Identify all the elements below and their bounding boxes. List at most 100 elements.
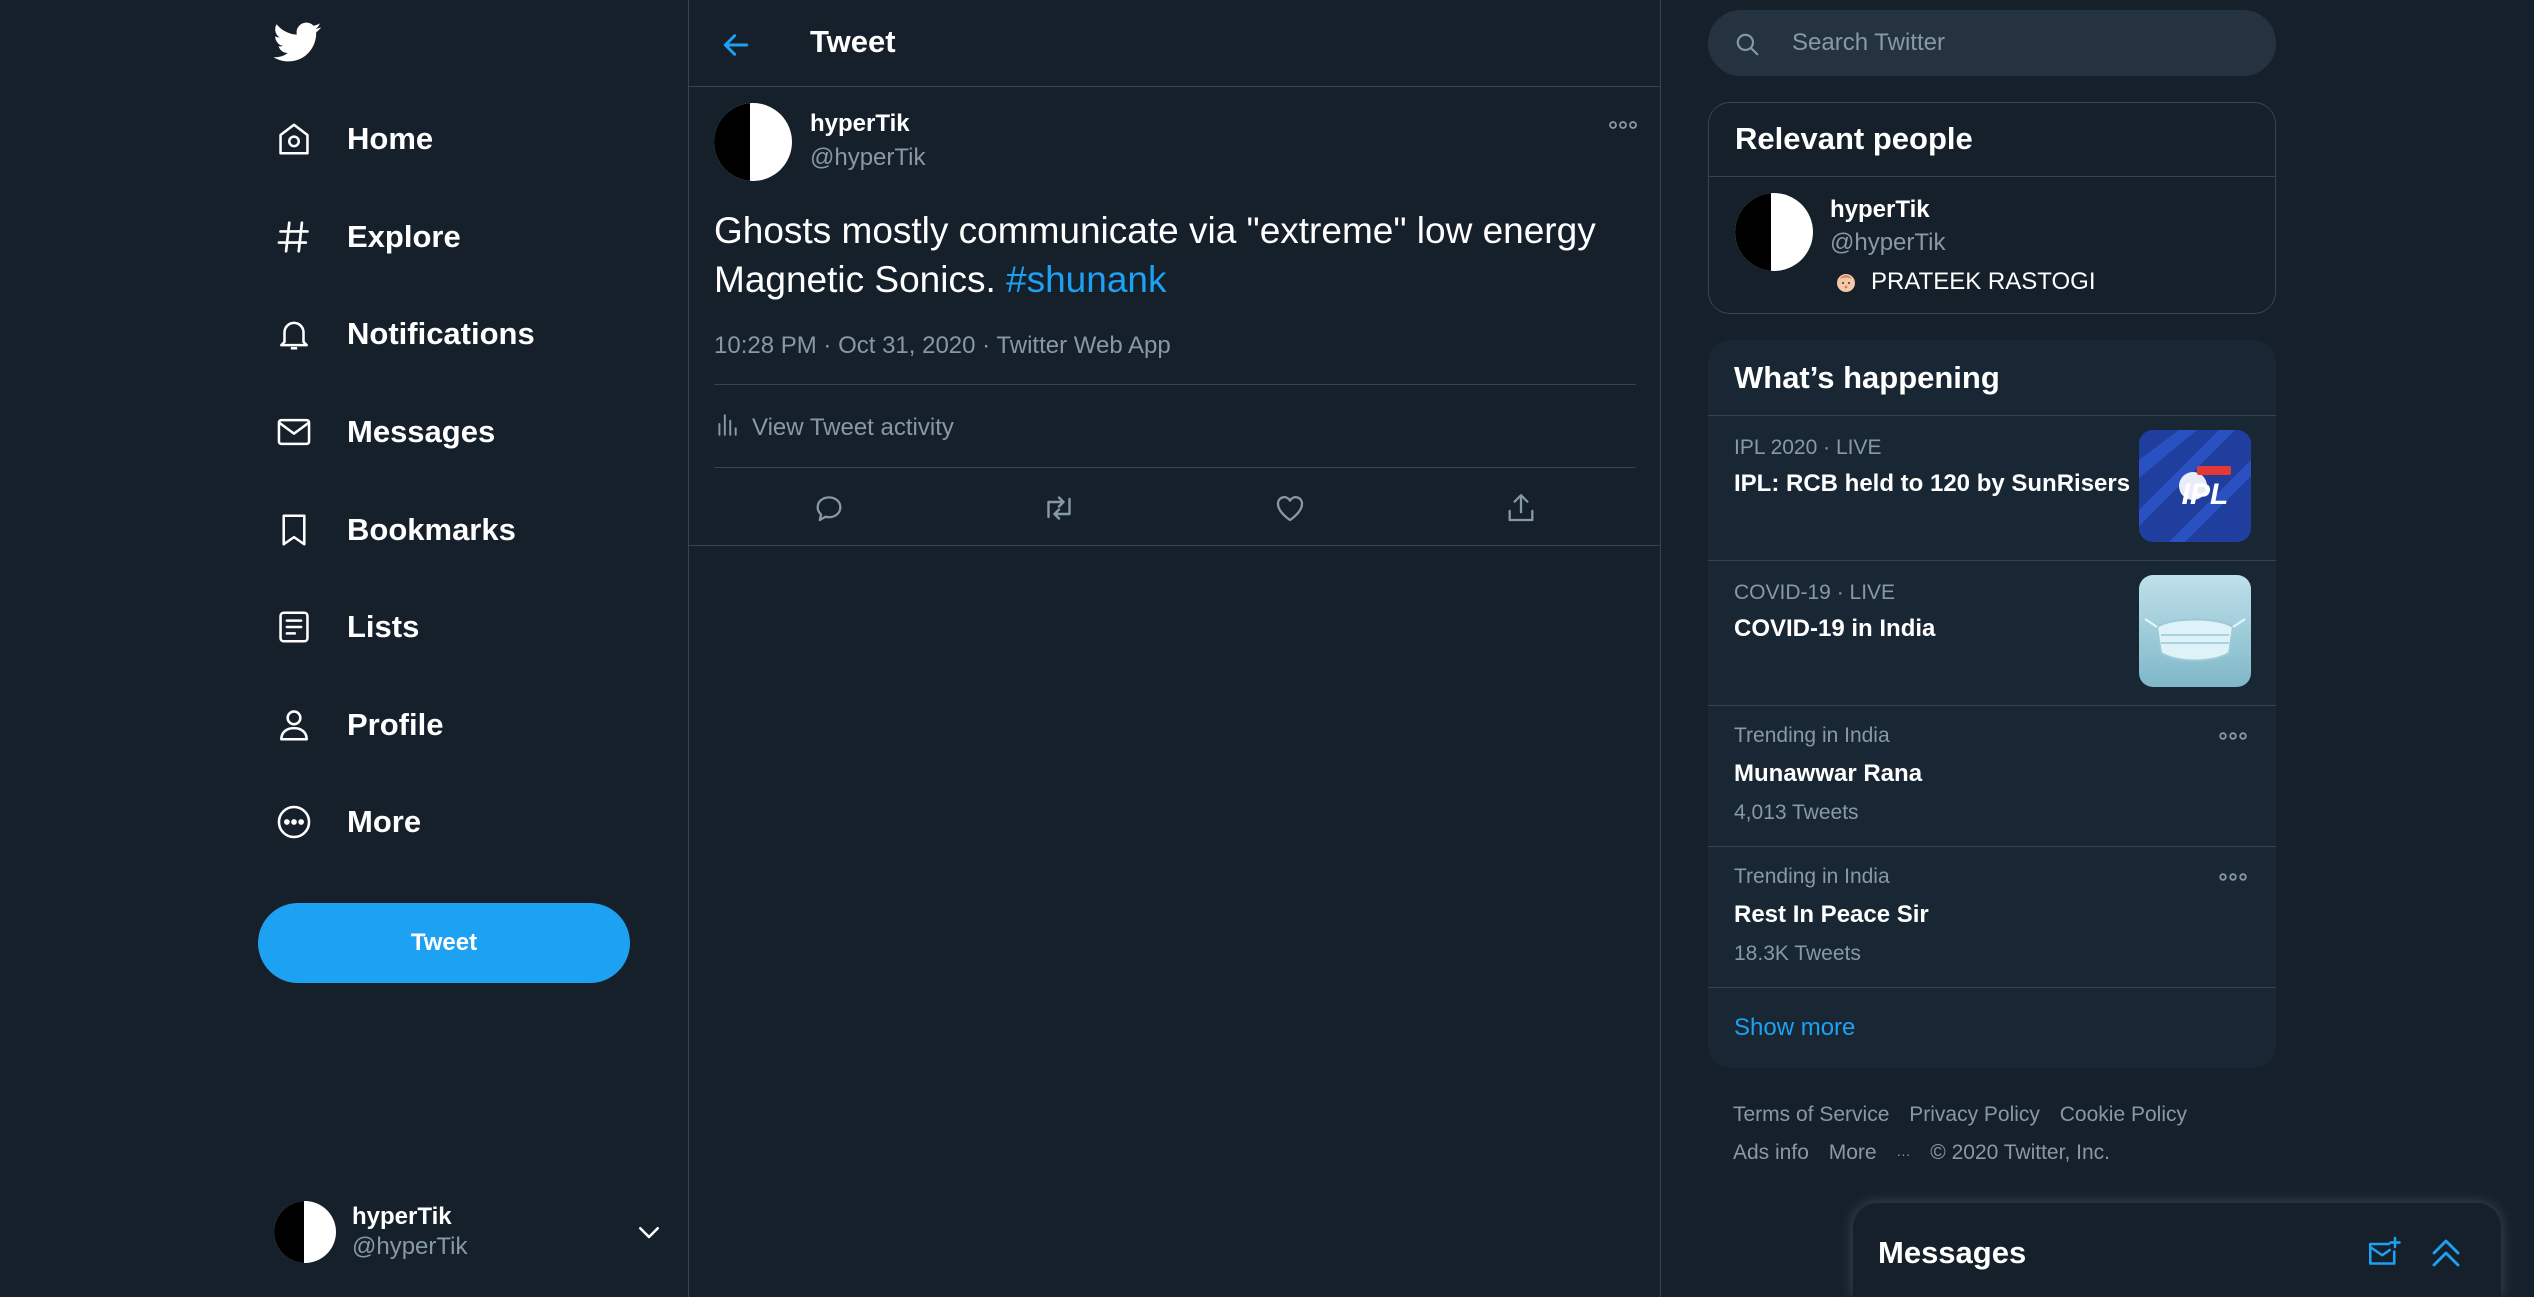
analytics-icon (714, 412, 740, 445)
twitter-logo-icon[interactable] (273, 18, 322, 66)
whats-happening-title: What’s happening (1734, 360, 2000, 395)
primary-nav: Home Explore Notifications Messages Book… (256, 0, 688, 1297)
divider (714, 384, 1636, 385)
nav-item-home[interactable]: Home (256, 103, 463, 175)
nav-label-profile: Profile (347, 707, 444, 742)
bell-icon (274, 314, 314, 354)
search-input[interactable] (1790, 20, 2250, 66)
person-handle[interactable]: @hyperTik (1830, 229, 1946, 257)
app-root: Home Explore Notifications Messages Book… (0, 0, 2534, 1297)
messages-drawer-title: Messages (1878, 1235, 2027, 1270)
footer-link-cookie[interactable]: Cookie Policy (2060, 1103, 2187, 1126)
column-header: Tweet (689, 0, 1660, 87)
trend-item[interactable]: Trending in India Munawwar Rana 4,013 Tw… (1708, 705, 2276, 846)
nav-label-explore: Explore (347, 219, 461, 254)
nav-label-bookmarks: Bookmarks (347, 512, 516, 547)
envelope-icon (274, 412, 314, 452)
more-horizontal-icon[interactable] (2216, 867, 2250, 887)
trend-context: Trending in India (1734, 865, 1890, 888)
activity-label: View Tweet activity (752, 414, 954, 441)
account-name: hyperTik (352, 1203, 452, 1230)
retweet-icon[interactable] (1037, 486, 1081, 530)
person-bio: PRATEEK RASTOGI (1835, 268, 2096, 296)
tweet-author-avatar[interactable] (714, 103, 792, 181)
baby-face-emoji-icon (1835, 271, 1857, 293)
divider (1709, 176, 2275, 177)
nav-item-messages[interactable]: Messages (256, 396, 525, 468)
back-arrow-icon[interactable] (713, 22, 759, 68)
footer-more-label: More (1828, 1141, 1877, 1164)
footer-link-more[interactable]: More ··· (1829, 1141, 1911, 1164)
account-handle: @hyperTik (352, 1233, 468, 1260)
person-bio-text: PRATEEK RASTOGI (1871, 268, 2096, 295)
view-tweet-activity-link[interactable]: View Tweet activity (714, 406, 954, 450)
trend-item[interactable]: COVID-19 · LIVE COVID-19 in India (1708, 560, 2276, 705)
tweet-timestamp: 10:28 PM · Oct 31, 2020 · Twitter Web Ap… (714, 332, 1171, 359)
hashtag-icon (274, 217, 314, 257)
divider (714, 467, 1636, 468)
tweet-author-name[interactable]: hyperTik (810, 110, 910, 138)
tweet-author-handle[interactable]: @hyperTik (810, 144, 926, 172)
nav-item-notifications[interactable]: Notifications (256, 298, 565, 370)
nav-label-messages: Messages (347, 414, 496, 449)
person-name[interactable]: hyperTik (1830, 196, 1930, 224)
chevrons-up-icon[interactable] (2424, 1231, 2468, 1275)
relevant-people-title: Relevant people (1735, 121, 1973, 156)
compose-tweet-button[interactable]: Tweet (258, 903, 630, 983)
tweet-detail-column: Tweet hyperTik @hyperTik Ghosts mostly c… (688, 0, 1661, 1297)
search-box (1708, 10, 2276, 76)
like-heart-icon[interactable] (1268, 486, 1312, 530)
footer-link-ads[interactable]: Ads info (1733, 1141, 1809, 1164)
list-icon (274, 607, 314, 647)
chevron-down-icon (634, 1217, 664, 1252)
footer-copyright: © 2020 Twitter, Inc. (1930, 1141, 2110, 1164)
nav-item-bookmarks[interactable]: Bookmarks (256, 494, 546, 566)
ipl-thumb-text: IPL (2182, 478, 2229, 511)
page-title: Tweet (810, 24, 896, 59)
nav-item-lists[interactable]: Lists (256, 591, 449, 663)
nav-item-explore[interactable]: Explore (256, 201, 491, 273)
reply-icon[interactable] (807, 486, 851, 530)
trend-item[interactable]: Trending in India Rest In Peace Sir 18.3… (1708, 846, 2276, 987)
more-dots-icon: ··· (1896, 1146, 1911, 1162)
share-icon[interactable] (1499, 486, 1543, 530)
trend-tweet-count: 4,013 Tweets (1734, 801, 1859, 824)
messages-drawer[interactable]: Messages (1853, 1203, 2501, 1297)
show-more-link[interactable]: Show more (1734, 1014, 1855, 1042)
show-more-row[interactable]: Show more (1708, 987, 2276, 1068)
trend-tweet-count: 18.3K Tweets (1734, 942, 1861, 965)
account-switcher[interactable]: hyperTik @hyperTik (274, 1197, 664, 1267)
trend-title: Rest In Peace Sir (1734, 901, 1929, 928)
trend-title: Munawwar Rana (1734, 760, 1923, 787)
nav-item-more[interactable]: More (256, 786, 451, 858)
trend-context: Trending in India (1734, 724, 1890, 747)
trend-thumbnail: IPL (2139, 430, 2251, 542)
footer-link-privacy[interactable]: Privacy Policy (1909, 1103, 2040, 1126)
footer-links: Terms of Service Privacy Policy Cookie P… (1733, 1096, 2293, 1173)
tweet-date[interactable]: Oct 31, 2020 (838, 332, 975, 359)
trend-context: COVID-19 · LIVE (1734, 581, 1896, 604)
tweet-time[interactable]: 10:28 PM (714, 332, 817, 359)
trend-title: COVID-19 in India (1734, 615, 1936, 642)
tweet-action-bar (689, 470, 1660, 546)
tweet-hashtag-link[interactable]: #shunank (1006, 259, 1166, 300)
search-icon (1734, 31, 1760, 62)
trend-thumbnail (2139, 575, 2251, 687)
trend-item[interactable]: IPL 2020 · LIVE IPL: RCB held to 120 by … (1708, 415, 2276, 560)
tweet-text: Ghosts mostly communicate via "extreme" … (714, 206, 1634, 304)
relevant-people-card: Relevant people hyperTik @hyperTik PRATE… (1708, 102, 2276, 314)
trend-title: IPL: RCB held to 120 by SunRisers (1734, 470, 2131, 497)
trend-context: IPL 2020 · LIVE (1734, 436, 1882, 459)
footer-link-terms[interactable]: Terms of Service (1733, 1103, 1889, 1126)
avatar (274, 1201, 336, 1263)
nav-item-profile[interactable]: Profile (256, 689, 473, 761)
nav-label-home: Home (347, 121, 434, 156)
nav-label-notifications: Notifications (347, 316, 535, 351)
new-message-icon[interactable] (2361, 1231, 2405, 1275)
tweet-source[interactable]: Twitter Web App (996, 332, 1170, 359)
more-horizontal-icon[interactable] (2216, 726, 2250, 746)
bookmark-icon (274, 510, 314, 550)
avatar[interactable] (1735, 193, 1813, 271)
more-horizontal-icon[interactable] (1603, 108, 1643, 142)
nav-label-more: More (347, 804, 422, 839)
